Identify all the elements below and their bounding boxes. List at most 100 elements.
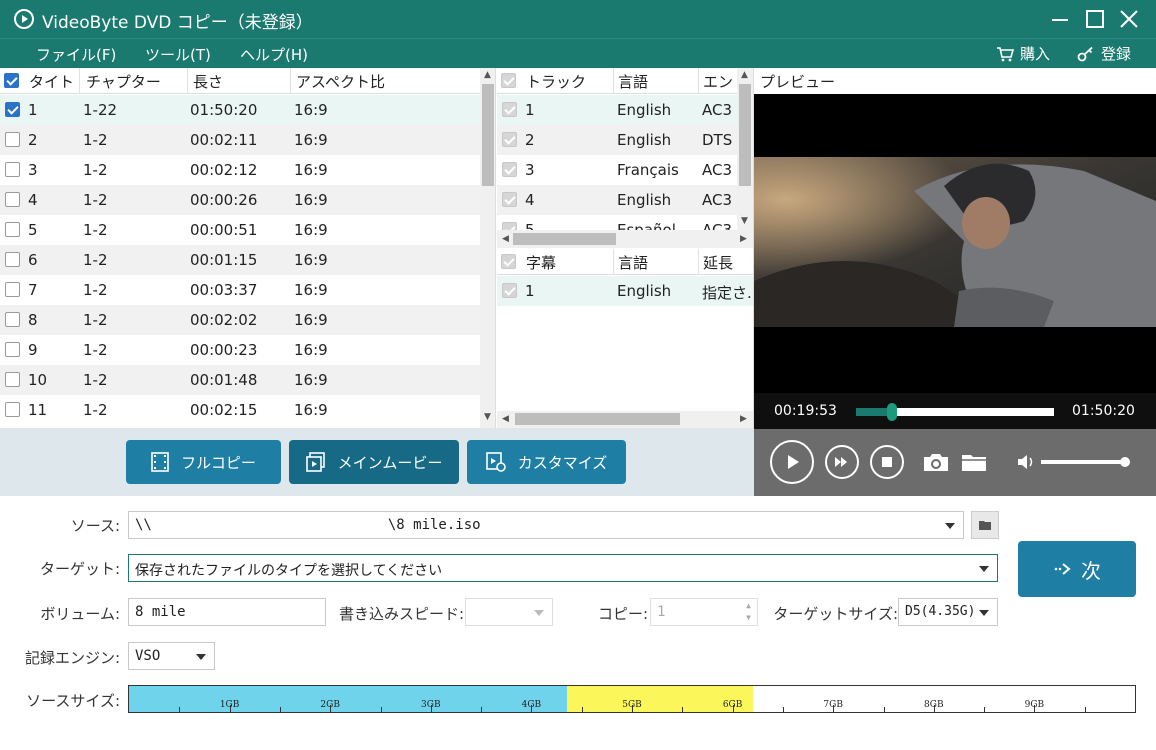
- target-size-label: ターゲットサイズ:: [773, 605, 898, 623]
- title-length: 00:02:15: [190, 401, 258, 419]
- engine-select[interactable]: VSO: [128, 642, 215, 670]
- audio-scrollbar[interactable]: ▲ ▼: [737, 68, 753, 233]
- subtitle-row[interactable]: 1 English 指定さ..: [497, 276, 753, 306]
- source-select[interactable]: \\ \8 mile.iso: [128, 511, 964, 539]
- play-button[interactable]: [770, 440, 814, 484]
- register-button[interactable]: 登録: [1077, 43, 1131, 64]
- title-row[interactable]: 10 1-2 00:01:48 16:9: [0, 365, 480, 395]
- engine-label: 記録エンジン:: [24, 649, 120, 667]
- audio-track-encoding: AC3: [702, 191, 733, 209]
- title-row[interactable]: 11 1-2 00:02:15 16:9: [0, 395, 480, 425]
- title-row[interactable]: 7 1-2 00:03:37 16:9: [0, 275, 480, 305]
- full-copy-button[interactable]: フルコピー: [126, 440, 281, 484]
- title-row[interactable]: 5 1-2 00:00:51 16:9: [0, 215, 480, 245]
- size-tick: [380, 707, 382, 712]
- title-checkbox[interactable]: [5, 252, 20, 267]
- audio-track-checkbox[interactable]: [502, 162, 517, 177]
- volume-handle[interactable]: [1119, 457, 1130, 467]
- next-button[interactable]: 次: [1018, 541, 1136, 597]
- title-row[interactable]: 9 1-2 00:00:23 16:9: [0, 335, 480, 365]
- size-tick: [179, 707, 181, 712]
- video-frame-image: [754, 131, 1156, 393]
- audio-track-row[interactable]: 4 English AC3: [497, 185, 737, 215]
- title-checkbox[interactable]: [5, 342, 20, 357]
- fast-forward-button[interactable]: [825, 445, 859, 479]
- subtitle-hscroll-thumb[interactable]: [515, 413, 680, 425]
- menu-file[interactable]: ファイル(F): [36, 44, 116, 65]
- title-chapters: 1-2: [83, 401, 108, 419]
- copies-stepper[interactable]: 1 ▲ ▼: [650, 598, 758, 626]
- seek-slider[interactable]: [856, 403, 1054, 421]
- copies-label: コピー:: [597, 605, 648, 623]
- volume-name-value: 8 mile: [135, 604, 186, 620]
- title-row[interactable]: 2 1-2 00:02:11 16:9: [0, 125, 480, 155]
- open-folder-icon[interactable]: [960, 451, 988, 473]
- size-tick-label: 2GB: [320, 700, 340, 710]
- audio-hscrollbar[interactable]: ◀ ▶: [497, 230, 753, 248]
- title-checkbox[interactable]: [5, 162, 20, 177]
- browse-source-button[interactable]: [971, 511, 999, 539]
- stepper-up-icon[interactable]: ▲: [746, 601, 751, 610]
- title-length: 00:01:15: [190, 251, 258, 269]
- subtitle-hscrollbar[interactable]: ◀ ▶: [497, 411, 753, 428]
- audio-track-checkbox[interactable]: [502, 102, 517, 117]
- title-checkbox[interactable]: [5, 372, 20, 387]
- title-checkbox[interactable]: [5, 192, 20, 207]
- header-length: 長さ: [193, 73, 224, 91]
- header-sub-language: 言語: [618, 254, 649, 272]
- title-chapters: 1-2: [83, 371, 108, 389]
- volume-name-input[interactable]: 8 mile: [128, 598, 326, 626]
- titles-scroll-thumb[interactable]: [482, 84, 494, 186]
- subtitle-select-all-checkbox[interactable]: [501, 254, 516, 269]
- title-row[interactable]: 6 1-2 00:01:15 16:9: [0, 245, 480, 275]
- title-checkbox[interactable]: [5, 132, 20, 147]
- volume-slider[interactable]: [1041, 457, 1130, 467]
- audio-hscroll-thumb[interactable]: [513, 233, 616, 245]
- title-checkbox[interactable]: [5, 312, 20, 327]
- title-row[interactable]: 1 1-22 01:50:20 16:9: [0, 95, 480, 125]
- title-aspect: 16:9: [294, 281, 328, 299]
- stepper-down-icon[interactable]: ▼: [746, 613, 751, 622]
- title-chapters: 1-2: [83, 281, 108, 299]
- titles-scrollbar[interactable]: ▲ ▼: [480, 68, 495, 428]
- audio-scroll-thumb[interactable]: [739, 84, 751, 186]
- size-tick: [581, 707, 583, 712]
- seek-handle[interactable]: [886, 403, 897, 421]
- customize-button[interactable]: カスタマイズ: [467, 440, 626, 484]
- size-tick-label: 3GB: [421, 700, 441, 710]
- main-movie-button[interactable]: メインムービー: [289, 440, 459, 484]
- audio-track-row[interactable]: 2 English DTS: [497, 125, 737, 155]
- arrow-right-icon: [1054, 563, 1071, 575]
- select-all-checkbox[interactable]: [4, 73, 19, 88]
- volume-icon[interactable]: [1016, 453, 1036, 471]
- title-checkbox[interactable]: [5, 282, 20, 297]
- close-icon[interactable]: [1117, 8, 1141, 30]
- target-select[interactable]: 保存されたファイルのタイプを選択してください: [128, 554, 998, 582]
- subtitle-checkbox[interactable]: [502, 283, 517, 298]
- title-length: 00:00:26: [190, 191, 258, 209]
- source-value: \\ \8 mile.iso: [135, 517, 481, 533]
- stop-button[interactable]: [870, 445, 904, 479]
- header-chapters: チャプター: [86, 73, 161, 91]
- title-row[interactable]: 8 1-2 00:02:02 16:9: [0, 305, 480, 335]
- target-size-select[interactable]: D5(4.35G): [898, 598, 998, 626]
- audio-track-number: 3: [525, 161, 535, 179]
- register-label: 登録: [1101, 45, 1132, 63]
- title-row[interactable]: 4 1-2 00:00:26 16:9: [0, 185, 480, 215]
- snapshot-camera-icon[interactable]: [922, 451, 950, 473]
- audio-track-checkbox[interactable]: [502, 192, 517, 207]
- write-speed-select[interactable]: [465, 598, 553, 626]
- maximize-icon[interactable]: [1083, 8, 1107, 30]
- title-row[interactable]: 3 1-2 00:02:12 16:9: [0, 155, 480, 185]
- minimize-icon[interactable]: [1048, 8, 1072, 30]
- title-checkbox[interactable]: [5, 222, 20, 237]
- audio-track-checkbox[interactable]: [502, 132, 517, 147]
- title-checkbox[interactable]: [5, 402, 20, 417]
- buy-button[interactable]: 購入: [996, 43, 1050, 64]
- audio-track-row[interactable]: 1 English AC3: [497, 95, 737, 125]
- menu-help[interactable]: ヘルプ(H): [240, 44, 308, 65]
- title-checkbox[interactable]: [5, 102, 20, 117]
- tracks-panel: トラック 言語 エン 1 English AC3 2 English DTS 3 França…: [497, 68, 754, 428]
- menu-tools[interactable]: ツール(T): [145, 44, 211, 65]
- audio-track-row[interactable]: 3 Français AC3: [497, 155, 737, 185]
